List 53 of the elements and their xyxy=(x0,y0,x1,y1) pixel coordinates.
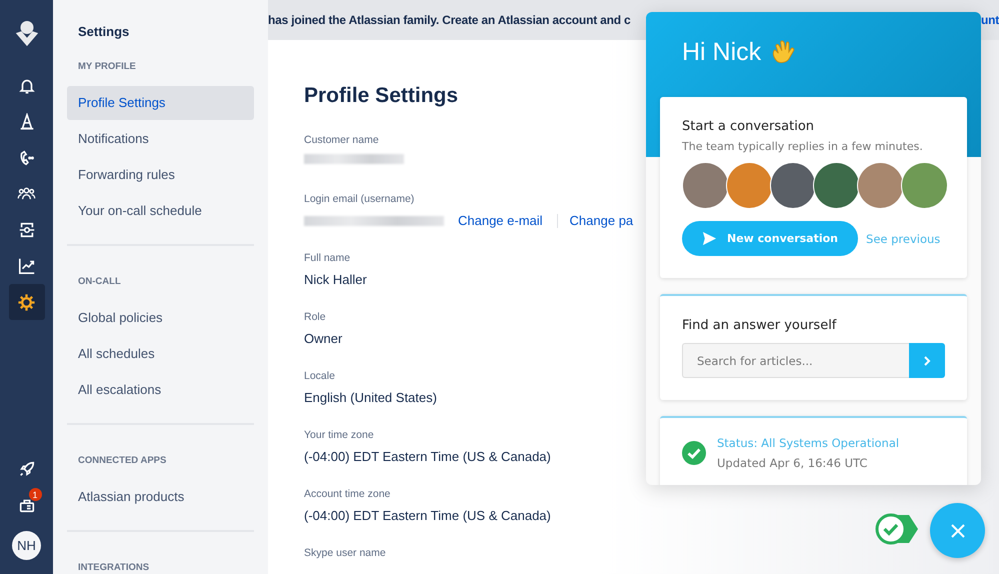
card-title: Find an answer yourself xyxy=(682,318,838,333)
field-link[interactable]: Change pa xyxy=(570,213,634,228)
sidebar-item[interactable]: Global policies xyxy=(67,301,254,335)
card-subtitle: The team typically replies in a few minutes. xyxy=(682,140,924,153)
settings-icon xyxy=(17,292,36,312)
field-label: Skype user name xyxy=(304,547,386,559)
sidebar-item[interactable]: Notifications xyxy=(67,122,254,156)
field-value: Nick Haller xyxy=(304,272,367,287)
sidebar-title: Settings xyxy=(77,24,130,39)
schedule-icon xyxy=(18,221,36,239)
field-label: Login email (username) xyxy=(304,193,414,205)
field-label: Role xyxy=(304,311,326,323)
notification-badge: 1 xyxy=(28,488,42,501)
rail-button[interactable] xyxy=(8,284,44,320)
section-heading: CONNECTED APPS xyxy=(77,455,168,466)
cone-icon xyxy=(18,113,36,131)
field-value: Owner xyxy=(304,331,342,346)
check-circle-icon xyxy=(682,441,706,465)
field-label: Locale xyxy=(304,370,335,382)
search-field[interactable]: Search for articles... xyxy=(682,343,909,378)
banner-text: has joined the Atlassian family. Create an Atlassian account and c xyxy=(268,13,630,27)
section-heading: MY PROFILE xyxy=(77,61,137,72)
section-heading: ON-CALL xyxy=(77,276,122,287)
card-title: Start a conversation xyxy=(682,119,816,134)
banner-link[interactable]: unt xyxy=(980,13,999,27)
field-label: Full name xyxy=(304,252,350,264)
greeting-text: Hi Nick xyxy=(682,38,762,67)
check-tag-icon xyxy=(875,513,919,545)
field-link[interactable]: Change e-mail xyxy=(458,213,543,228)
logo-icon xyxy=(14,20,40,48)
phone-icon xyxy=(18,149,36,167)
page-title: Profile Settings xyxy=(304,84,460,108)
field-value: English (United States) xyxy=(304,390,437,405)
field-value: (-04:00) EDT Eastern Time (US & Canada) xyxy=(304,508,551,523)
field-value: (-04:00) EDT Eastern Time (US & Canada) xyxy=(304,449,551,464)
sidebar-item[interactable]: Atlassian products xyxy=(67,480,254,514)
sidebar-item[interactable]: All schedules xyxy=(67,337,254,371)
bell-icon xyxy=(18,77,36,95)
field-label: Account time zone xyxy=(304,488,390,500)
chart-icon xyxy=(18,257,36,275)
status-updated-text: Updated Apr 6, 16:46 UTC xyxy=(717,456,868,470)
field-label: Your time zone xyxy=(304,429,374,441)
send-icon xyxy=(702,231,717,246)
rocket-icon xyxy=(18,460,36,478)
sidebar-item[interactable]: Forwarding rules xyxy=(67,158,254,192)
sidebar-item[interactable]: Profile Settings xyxy=(67,86,254,120)
user-avatar[interactable]: NH xyxy=(12,531,41,560)
close-icon xyxy=(950,522,966,538)
sidebar-item[interactable]: Your on-call schedule xyxy=(67,194,254,228)
sidebar-item[interactable]: All escalations xyxy=(67,373,254,407)
field-label: Customer name xyxy=(304,134,379,146)
rail-button[interactable]: 1 xyxy=(8,487,44,523)
section-heading: INTEGRATIONS xyxy=(77,562,150,573)
